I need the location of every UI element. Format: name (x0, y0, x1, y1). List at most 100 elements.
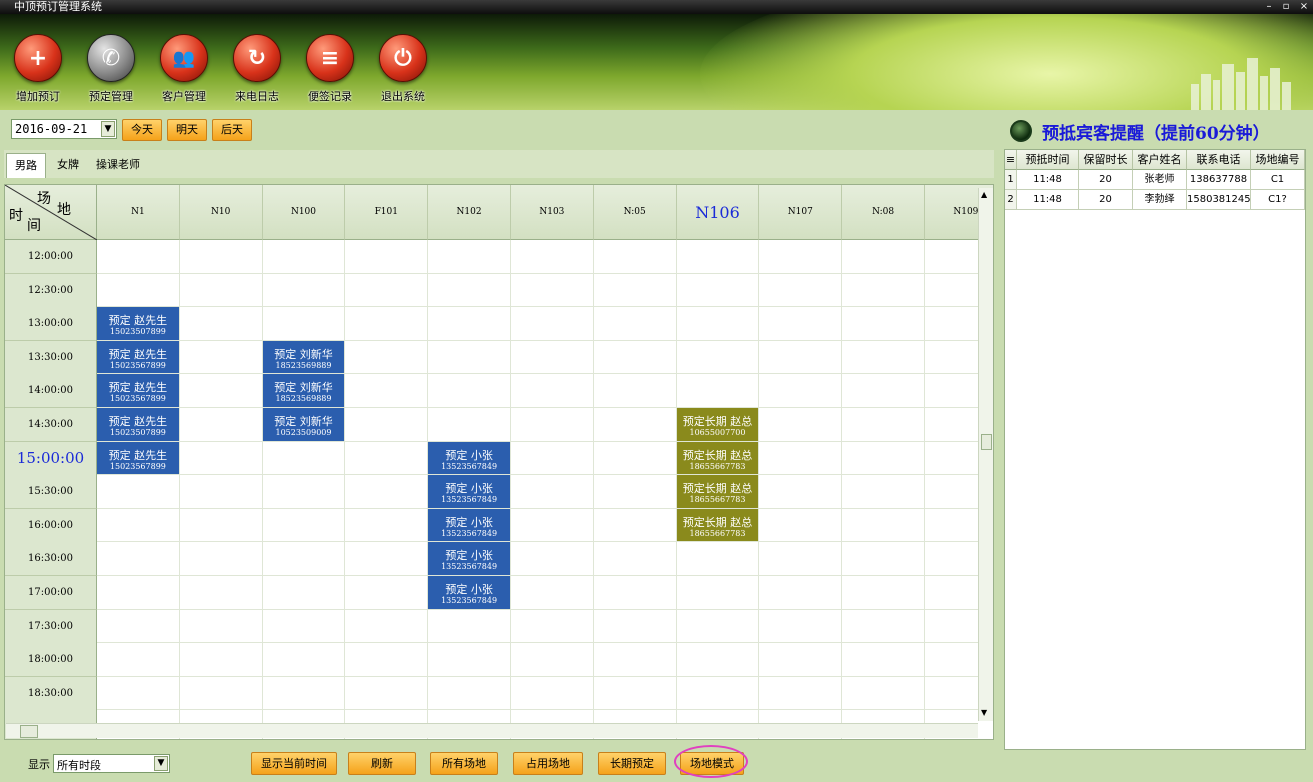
schedule-cell[interactable] (345, 408, 429, 442)
schedule-cell[interactable] (511, 374, 594, 408)
schedule-cell[interactable] (593, 542, 677, 576)
schedule-cell[interactable] (842, 508, 925, 543)
reminder-cell[interactable]: 李勃绎 (1133, 190, 1187, 210)
schedule-cell[interactable] (759, 374, 843, 408)
schedule-cell[interactable] (428, 676, 511, 711)
schedule-cell[interactable] (511, 307, 594, 341)
schedule-cell[interactable] (345, 441, 429, 476)
schedule-cell[interactable] (759, 542, 843, 576)
schedule-cell[interactable] (262, 676, 346, 711)
booking-block[interactable]: 预定 小张 13523567849 (428, 508, 510, 542)
schedule-cell[interactable] (345, 508, 429, 543)
schedule-cell[interactable] (676, 542, 760, 576)
schedule-cell[interactable] (842, 408, 925, 442)
schedule-cell[interactable] (511, 340, 594, 375)
schedule-cell[interactable] (97, 542, 180, 576)
scroll-down-icon[interactable]: ▼ (981, 708, 987, 717)
schedule-cell[interactable] (842, 475, 925, 509)
booking-block[interactable]: 预定 小张 13523567849 (428, 576, 510, 609)
schedule-cell[interactable] (842, 609, 925, 644)
schedule-cell[interactable] (97, 475, 180, 509)
schedule-cell[interactable] (262, 609, 346, 644)
column-header-n107[interactable]: N107 (759, 185, 843, 240)
schedule-cell[interactable] (842, 307, 925, 341)
booking-management-button[interactable]: ✆ 预定管理 (78, 34, 144, 104)
schedule-cell[interactable] (759, 441, 843, 476)
reminder-cell[interactable]: 11:48 (1017, 170, 1079, 190)
scroll-thumb[interactable] (981, 434, 992, 450)
schedule-cell[interactable] (593, 374, 677, 408)
schedule-cell[interactable] (759, 408, 843, 442)
schedule-cell[interactable] (97, 508, 180, 543)
schedule-cell[interactable] (511, 441, 594, 476)
booking-block[interactable]: 预定 赵先生 15023567899 (97, 340, 179, 374)
schedule-cell[interactable] (842, 441, 925, 476)
call-log-button[interactable]: ↻ 来电日志 (224, 34, 290, 104)
schedule-cell[interactable] (593, 307, 677, 341)
schedule-cell[interactable] (593, 643, 677, 677)
booking-block[interactable]: 预定 赵先生 15023507899 (97, 408, 179, 441)
schedule-cell[interactable] (842, 676, 925, 711)
schedule-cell[interactable] (179, 643, 263, 677)
schedule-cell[interactable] (262, 273, 346, 308)
schedule-cell[interactable] (262, 508, 346, 543)
reminder-cell[interactable]: C1? (1251, 190, 1305, 210)
schedule-cell[interactable] (97, 273, 180, 308)
vertical-scrollbar[interactable]: ▲ ▼ (978, 188, 993, 721)
long-term-booking-button[interactable]: 长期预定 (598, 752, 666, 775)
schedule-cell[interactable] (345, 576, 429, 610)
schedule-cell[interactable] (179, 307, 263, 341)
schedule-cell[interactable] (179, 542, 263, 576)
schedule-cell[interactable] (97, 676, 180, 711)
chevron-down-icon[interactable]: ▼ (101, 121, 115, 137)
schedule-cell[interactable] (676, 609, 760, 644)
reminder-cell[interactable]: 20 (1079, 190, 1133, 210)
long-term-booking-block[interactable]: 预定长期 赵总 18655667783 (676, 508, 759, 542)
schedule-cell[interactable] (759, 475, 843, 509)
schedule-cell[interactable] (511, 576, 594, 610)
schedule-cell[interactable] (593, 408, 677, 442)
schedule-cell[interactable] (428, 408, 511, 442)
show-current-time-button[interactable]: 显示当前时间 (251, 752, 337, 775)
schedule-cell[interactable] (593, 475, 677, 509)
schedule-cell[interactable] (179, 508, 263, 543)
schedule-cell[interactable] (345, 676, 429, 711)
date-picker[interactable]: 2016-09-21 ▼ (11, 119, 117, 139)
schedule-cell[interactable] (759, 307, 843, 341)
schedule-cell[interactable] (511, 508, 594, 543)
occupied-courts-button[interactable]: 占用场地 (513, 752, 583, 775)
schedule-cell[interactable] (759, 609, 843, 644)
column-header-n103[interactable]: N103 (511, 185, 594, 240)
schedule-cell[interactable] (593, 676, 677, 711)
schedule-cell[interactable] (593, 508, 677, 543)
schedule-cell[interactable] (759, 576, 843, 610)
reminder-cell[interactable]: 1580381245 (1187, 190, 1251, 210)
schedule-cell[interactable] (97, 576, 180, 610)
schedule-cell[interactable] (428, 273, 511, 308)
schedule-cell[interactable] (345, 542, 429, 576)
column-header-n102[interactable]: N102 (428, 185, 511, 240)
schedule-cell[interactable] (842, 542, 925, 576)
refresh-button[interactable]: 刷新 (348, 752, 416, 775)
time-range-select[interactable]: 所有时段 ▼ (53, 754, 170, 773)
schedule-cell[interactable] (511, 273, 594, 308)
tab-coaches[interactable]: 操课老师 (88, 153, 148, 177)
long-term-booking-block[interactable]: 预定长期 赵总 18655667783 (676, 475, 759, 508)
booking-block[interactable]: 预定 赵先生 15023567899 (97, 441, 179, 475)
booking-block[interactable]: 预定 小张 13523567849 (428, 441, 510, 475)
chevron-down-icon[interactable]: ▼ (154, 756, 168, 771)
schedule-cell[interactable] (345, 643, 429, 677)
schedule-cell[interactable] (511, 408, 594, 442)
column-header-n106[interactable]: N106 (676, 185, 760, 240)
schedule-cell[interactable] (428, 609, 511, 644)
schedule-cell[interactable] (759, 273, 843, 308)
schedule-cell[interactable] (593, 340, 677, 375)
booking-block[interactable]: 预定 赵先生 15023507899 (97, 307, 179, 340)
schedule-cell[interactable] (179, 408, 263, 442)
schedule-cell[interactable] (345, 475, 429, 509)
reminder-column-header[interactable]: 客户姓名 (1133, 150, 1187, 170)
schedule-cell[interactable] (759, 340, 843, 375)
column-header-f101[interactable]: F101 (345, 185, 429, 240)
schedule-cell[interactable] (511, 475, 594, 509)
schedule-cell[interactable] (179, 475, 263, 509)
